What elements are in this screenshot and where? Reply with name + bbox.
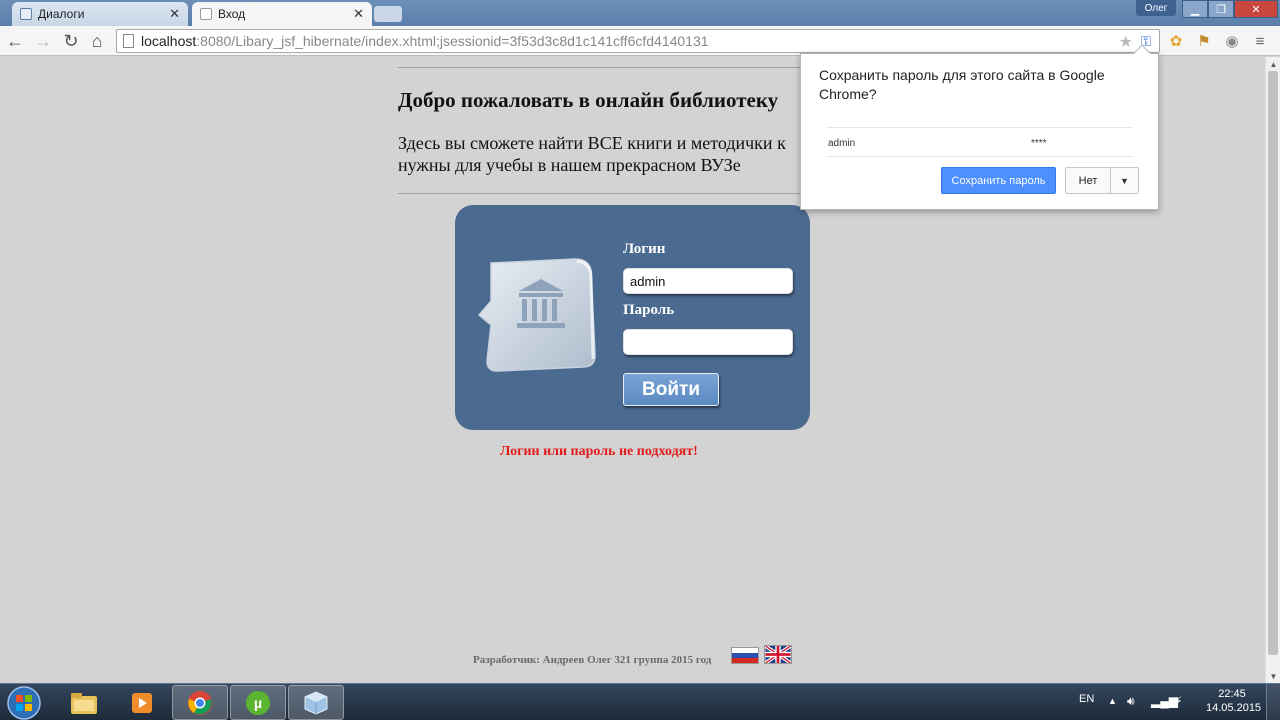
windows-taskbar: µ EN ▲ 🔊︎ ▂▄▆ ⚡︎ 22:45 14.05.2015: [0, 683, 1280, 720]
url-path: :8080/Libary_jsf_hibernate/index.xhtml;j…: [196, 33, 709, 49]
login-input[interactable]: [623, 268, 793, 294]
utorrent-task-icon[interactable]: µ: [230, 685, 286, 720]
close-window-button[interactable]: ✕: [1234, 0, 1278, 18]
page-icon: [20, 8, 32, 20]
menu-icon[interactable]: ≡: [1250, 31, 1270, 51]
tab-title: Диалоги: [38, 7, 85, 21]
scroll-down-arrow-icon[interactable]: ▼: [1266, 669, 1280, 683]
browser-titlebar: Диалоги ✕ Вход ✕ Олег ▁ ❐ ✕: [0, 0, 1280, 26]
clock-time: 22:45: [1218, 688, 1246, 700]
divider: [398, 193, 808, 194]
page-title: Добро пожаловать в онлайн библиотеку: [398, 88, 779, 112]
windows-start-icon[interactable]: [4, 685, 44, 720]
extension-icon[interactable]: ⚑: [1194, 31, 1214, 51]
password-label: Пароль: [623, 302, 675, 318]
extension-icon[interactable]: ◉: [1222, 31, 1242, 51]
intro-text: Здесь вы сможете найти ВСЕ книги и метод…: [398, 133, 786, 175]
login-panel: Логин Пароль Войти: [455, 205, 810, 430]
media-player-task-icon[interactable]: [114, 685, 170, 720]
russian-flag-icon[interactable]: [731, 647, 759, 664]
page-icon: [200, 8, 212, 20]
browser-toolbar: ← → ↻ ⌂ localhost:8080/Libary_jsf_hibern…: [0, 26, 1280, 56]
close-icon[interactable]: ✕: [353, 6, 364, 22]
chrome-task-icon[interactable]: [172, 685, 228, 720]
clock-date: 14.05.2015: [1206, 702, 1262, 714]
close-icon[interactable]: ✕: [169, 6, 180, 22]
show-desktop-button[interactable]: [1266, 684, 1280, 720]
tab-login[interactable]: Вход ✕: [192, 2, 372, 26]
bubble-title: Сохранить пароль для этого сайта в Googl…: [819, 67, 1105, 102]
tray-expand-icon[interactable]: ▲: [1108, 696, 1117, 706]
profile-badge[interactable]: Олег: [1136, 0, 1176, 16]
footer-credits: Разработчик: Андреев Олег 321 группа 201…: [473, 654, 712, 666]
save-password-bubble: Сохранить пароль для этого сайта в Googl…: [800, 44, 1159, 210]
virtualbox-task-icon[interactable]: [288, 685, 344, 720]
uk-flag-icon[interactable]: [764, 645, 792, 664]
bookmark-star-icon[interactable]: ★: [1119, 32, 1133, 52]
language-indicator[interactable]: EN: [1079, 693, 1094, 705]
login-label: Логин: [623, 241, 666, 257]
home-icon[interactable]: ⌂: [86, 30, 108, 52]
power-icon[interactable]: ⚡︎: [1174, 694, 1182, 708]
tab-dialogs[interactable]: Диалоги ✕: [12, 2, 188, 26]
scroll-up-arrow-icon[interactable]: ▲: [1266, 57, 1280, 71]
svg-text:µ: µ: [254, 695, 262, 711]
scroll-thumb[interactable]: [1268, 71, 1278, 655]
no-button[interactable]: Нет: [1065, 167, 1111, 194]
clock[interactable]: 22:45 14.05.2015: [1206, 687, 1262, 715]
back-arrow-icon[interactable]: ←: [4, 30, 26, 52]
new-tab-button[interactable]: [374, 6, 402, 22]
password-input[interactable]: [623, 329, 793, 355]
maximize-button[interactable]: ❐: [1208, 0, 1234, 18]
divider: [827, 127, 1132, 128]
address-bar[interactable]: localhost:8080/Libary_jsf_hibernate/inde…: [116, 29, 1160, 53]
save-password-button[interactable]: Сохранить пароль: [941, 167, 1056, 194]
divider: [827, 156, 1132, 157]
error-message: Логин или пароль не подходят!: [500, 444, 698, 459]
minimize-button[interactable]: ▁: [1182, 0, 1208, 18]
saved-username: admin: [828, 138, 856, 149]
library-book-icon: [477, 258, 596, 372]
forward-arrow-icon[interactable]: →: [32, 30, 54, 52]
vertical-scrollbar[interactable]: ▲ ▼: [1265, 57, 1280, 683]
login-button[interactable]: Войти: [623, 373, 719, 406]
chevron-down-icon[interactable]: ▼: [1110, 167, 1139, 194]
saved-password-mask: ****: [1031, 138, 1047, 149]
reload-icon[interactable]: ↻: [60, 30, 82, 52]
tab-title: Вход: [218, 7, 246, 21]
url-host: localhost: [141, 33, 197, 49]
volume-icon[interactable]: 🔊︎: [1127, 694, 1135, 709]
paw-extension-icon[interactable]: ✿: [1166, 31, 1186, 51]
page-icon: [123, 34, 134, 48]
divider: [398, 67, 808, 68]
explorer-task-icon[interactable]: [56, 685, 112, 720]
